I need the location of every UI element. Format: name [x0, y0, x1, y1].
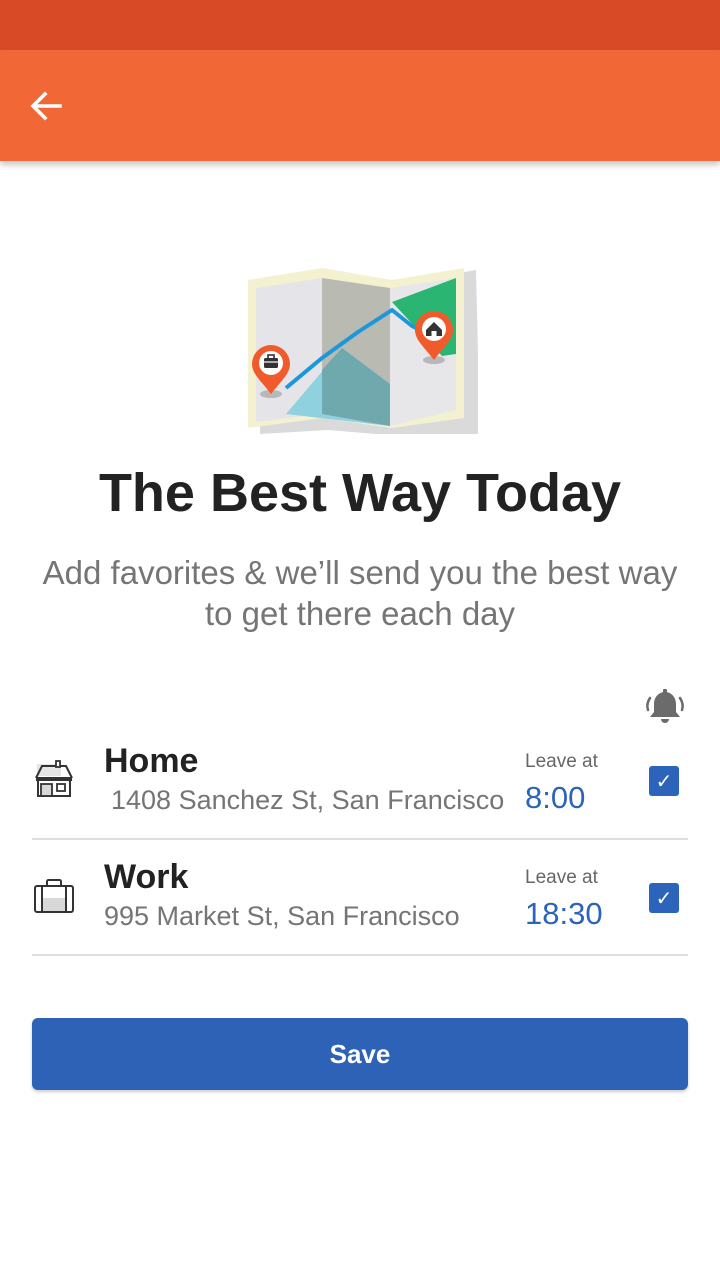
- arrow-back-icon: [30, 91, 62, 121]
- leave-time[interactable]: 18:30: [525, 894, 603, 934]
- favorite-row-home[interactable]: Home 1408 Sanchez St, San Francisco Leav…: [32, 722, 688, 840]
- favorite-row-work[interactable]: Work 995 Market St, San Francisco Leave …: [32, 838, 688, 956]
- favorite-name: Work: [104, 858, 189, 896]
- leave-time[interactable]: 8:00: [525, 778, 585, 818]
- page-subtitle: Add favorites & we’ll send you the best …: [42, 554, 678, 632]
- back-button[interactable]: [20, 80, 72, 132]
- leave-at-label: Leave at: [525, 751, 598, 772]
- house-icon: [35, 760, 73, 797]
- checkmark-icon: ✓: [655, 886, 673, 910]
- page-title: The Best Way Today: [98, 463, 622, 523]
- app-bar: [0, 50, 720, 161]
- checkmark-icon: ✓: [655, 769, 673, 793]
- leave-at-label: Leave at: [525, 867, 598, 888]
- favorite-name: Home: [104, 742, 199, 780]
- favorite-checkbox-home[interactable]: ✓: [649, 766, 679, 796]
- save-button[interactable]: Save: [32, 1018, 688, 1090]
- route-map-illustration: [246, 266, 480, 436]
- briefcase-icon: [34, 879, 74, 913]
- status-bar: [0, 0, 720, 50]
- favorite-checkbox-work[interactable]: ✓: [649, 883, 679, 913]
- favorite-address: 1408 Sanchez St, San Francisco: [111, 785, 505, 815]
- favorite-address: 995 Market St, San Francisco: [104, 901, 460, 931]
